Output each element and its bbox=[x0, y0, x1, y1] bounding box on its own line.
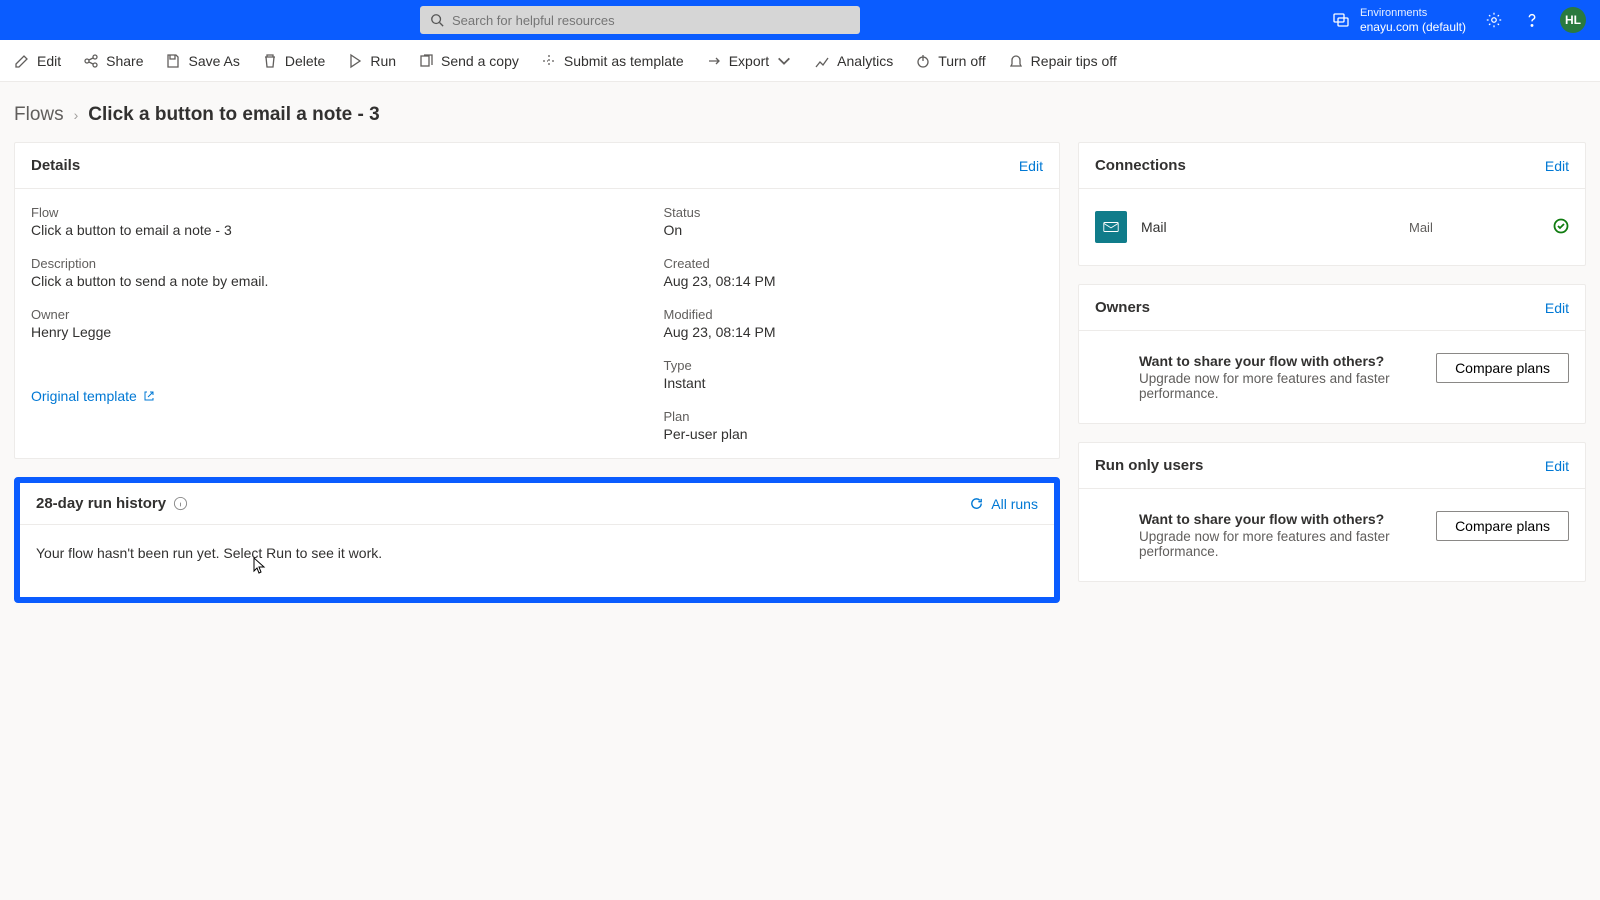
details-card: Details Edit Flow Click a button to email… bbox=[14, 142, 1060, 459]
owners-upsell-sub: Upgrade now for more features and faster… bbox=[1139, 371, 1420, 401]
search-input[interactable] bbox=[452, 13, 850, 28]
mail-icon bbox=[1095, 211, 1127, 243]
help-button[interactable] bbox=[1522, 10, 1542, 30]
power-icon bbox=[915, 53, 931, 69]
edit-button[interactable]: Edit bbox=[14, 53, 61, 69]
plan-value: Per-user plan bbox=[663, 426, 1042, 442]
owner-value: Henry Legge bbox=[31, 324, 663, 340]
run-only-upsell-headline: Want to share your flow with others? bbox=[1139, 511, 1420, 527]
connection-type: Mail bbox=[1409, 220, 1539, 235]
modified-label: Modified bbox=[663, 307, 1042, 322]
gear-icon bbox=[1485, 11, 1503, 29]
plan-label: Plan bbox=[663, 409, 1042, 424]
run-only-users-card: Run only users Edit Want to share your f… bbox=[1078, 442, 1586, 582]
type-value: Instant bbox=[663, 375, 1042, 391]
compare-plans-button[interactable]: Compare plans bbox=[1436, 353, 1569, 383]
refresh-icon bbox=[969, 496, 984, 511]
owners-upsell-headline: Want to share your flow with others? bbox=[1139, 353, 1420, 369]
run-only-edit-link[interactable]: Edit bbox=[1545, 458, 1569, 474]
connections-card: Connections Edit Mail Mail bbox=[1078, 142, 1586, 266]
original-template-link[interactable]: Original template bbox=[31, 388, 663, 404]
status-value: On bbox=[663, 222, 1042, 238]
external-link-icon bbox=[143, 390, 155, 402]
help-icon bbox=[1523, 11, 1541, 29]
flow-value: Click a button to email a note - 3 bbox=[31, 222, 663, 238]
environment-name: enayu.com (default) bbox=[1360, 20, 1466, 34]
all-runs-link[interactable]: All runs bbox=[969, 496, 1038, 512]
edit-icon bbox=[14, 53, 30, 69]
info-icon[interactable] bbox=[173, 496, 188, 511]
submit-template-button[interactable]: Submit as template bbox=[541, 53, 684, 69]
environments-label: Environments bbox=[1360, 6, 1466, 20]
search-box[interactable] bbox=[420, 6, 860, 34]
status-label: Status bbox=[663, 205, 1042, 220]
created-value: Aug 23, 08:14 PM bbox=[663, 273, 1042, 289]
breadcrumb: Flows › Click a button to email a note -… bbox=[0, 82, 1600, 142]
run-only-title: Run only users bbox=[1095, 457, 1203, 474]
settings-button[interactable] bbox=[1484, 10, 1504, 30]
description-label: Description bbox=[31, 256, 663, 271]
analytics-icon bbox=[814, 53, 830, 69]
owner-label: Owner bbox=[31, 307, 663, 322]
save-icon bbox=[165, 53, 181, 69]
owners-edit-link[interactable]: Edit bbox=[1545, 300, 1569, 316]
top-bar: Environments enayu.com (default) HL bbox=[0, 0, 1600, 40]
run-only-upsell-sub: Upgrade now for more features and faster… bbox=[1139, 529, 1420, 559]
user-avatar[interactable]: HL bbox=[1560, 7, 1586, 33]
page-title: Click a button to email a note - 3 bbox=[88, 104, 379, 126]
command-bar: Edit Share Save As Delete Run Send a cop… bbox=[0, 40, 1600, 82]
connection-status-ok bbox=[1553, 218, 1569, 237]
search-icon bbox=[430, 13, 444, 27]
environment-picker[interactable]: Environments enayu.com (default) bbox=[1332, 6, 1466, 34]
created-label: Created bbox=[663, 256, 1042, 271]
connections-edit-link[interactable]: Edit bbox=[1545, 158, 1569, 174]
compare-plans-button-2[interactable]: Compare plans bbox=[1436, 511, 1569, 541]
play-icon bbox=[347, 53, 363, 69]
run-history-highlight: 28-day run history All runs Your flow ha… bbox=[14, 477, 1060, 603]
connections-title: Connections bbox=[1095, 157, 1186, 174]
description-value: Click a button to send a note by email. bbox=[31, 273, 663, 289]
turn-off-button[interactable]: Turn off bbox=[915, 53, 985, 69]
delete-button[interactable]: Delete bbox=[262, 53, 325, 69]
send-copy-button[interactable]: Send a copy bbox=[418, 53, 519, 69]
analytics-button[interactable]: Analytics bbox=[814, 53, 893, 69]
details-edit-link[interactable]: Edit bbox=[1019, 158, 1043, 174]
repair-tips-button[interactable]: Repair tips off bbox=[1008, 53, 1117, 69]
bell-icon bbox=[1008, 53, 1024, 69]
environment-icon bbox=[1332, 11, 1350, 29]
export-icon bbox=[706, 53, 722, 69]
type-label: Type bbox=[663, 358, 1042, 373]
run-history-title: 28-day run history bbox=[36, 495, 166, 512]
details-title: Details bbox=[31, 157, 80, 174]
flow-label: Flow bbox=[31, 205, 663, 220]
modified-value: Aug 23, 08:14 PM bbox=[663, 324, 1042, 340]
chevron-down-icon bbox=[776, 53, 792, 69]
export-button[interactable]: Export bbox=[706, 53, 792, 69]
share-button[interactable]: Share bbox=[83, 53, 143, 69]
connection-name: Mail bbox=[1141, 219, 1395, 235]
owners-card: Owners Edit Want to share your flow with… bbox=[1078, 284, 1586, 424]
owners-title: Owners bbox=[1095, 299, 1150, 316]
run-history-empty-message: Your flow hasn't been run yet. Select Ru… bbox=[20, 525, 1054, 597]
chevron-right-icon: › bbox=[74, 107, 79, 123]
connection-row[interactable]: Mail Mail bbox=[1095, 205, 1569, 249]
copy-icon bbox=[418, 53, 434, 69]
check-circle-icon bbox=[1553, 218, 1569, 234]
share-icon bbox=[83, 53, 99, 69]
save-as-button[interactable]: Save As bbox=[165, 53, 239, 69]
delete-icon bbox=[262, 53, 278, 69]
run-button[interactable]: Run bbox=[347, 53, 396, 69]
template-icon bbox=[541, 53, 557, 69]
breadcrumb-root[interactable]: Flows bbox=[14, 104, 64, 126]
